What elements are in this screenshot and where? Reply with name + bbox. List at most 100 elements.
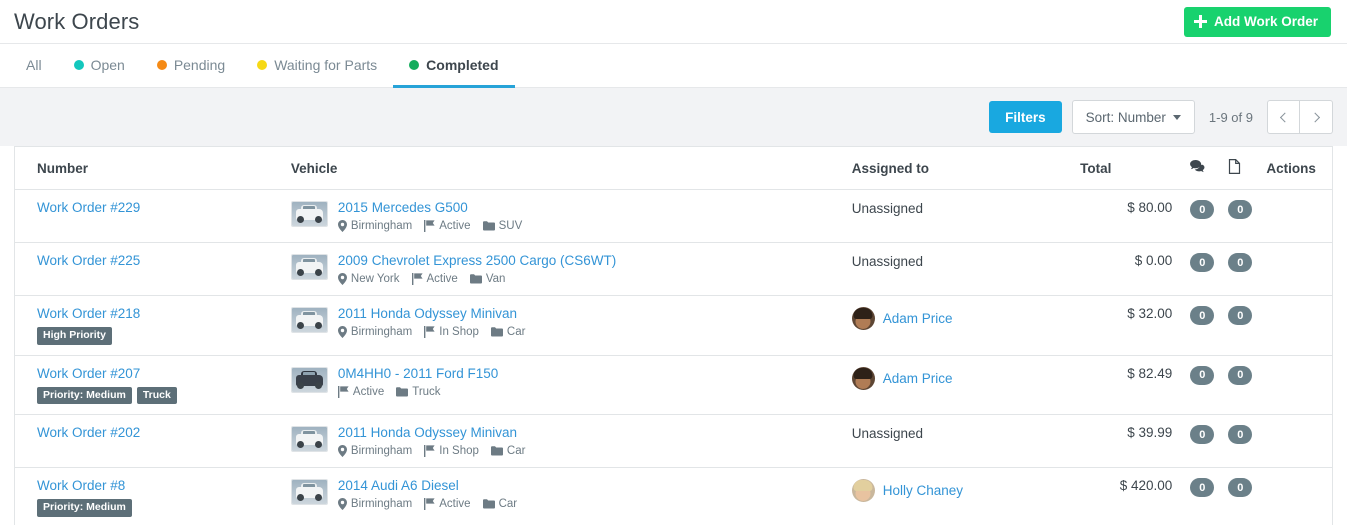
tab-all[interactable]: All: [10, 45, 58, 88]
column-header-number[interactable]: Number: [14, 146, 283, 190]
work-order-link[interactable]: Work Order #202: [37, 425, 140, 440]
comments-icon: [1190, 160, 1205, 176]
comments-count-badge[interactable]: 0: [1190, 425, 1215, 444]
column-header-actions: Actions: [1258, 146, 1333, 190]
comments-count-badge[interactable]: 0: [1190, 253, 1215, 272]
documents-count-badge[interactable]: 0: [1228, 306, 1253, 325]
column-header-assigned[interactable]: Assigned to: [843, 146, 1073, 190]
vehicle-type: Car: [482, 498, 517, 510]
flag-icon: [424, 445, 435, 457]
work-order-link[interactable]: Work Order #225: [37, 253, 140, 268]
work-order-link[interactable]: Work Order #218: [37, 306, 140, 321]
cell-actions[interactable]: [1258, 414, 1333, 468]
vehicle-link[interactable]: 2015 Mercedes G500: [338, 200, 468, 215]
vehicle-location: Birmingham: [337, 326, 412, 338]
column-header-comments[interactable]: [1182, 146, 1221, 190]
vehicle-link[interactable]: 2009 Chevrolet Express 2500 Cargo (CS6WT…: [338, 253, 616, 268]
vehicle-thumbnail[interactable]: [290, 307, 328, 333]
tab-waiting-for-parts[interactable]: Waiting for Parts: [241, 45, 393, 88]
vehicle-thumbnail[interactable]: [290, 201, 328, 227]
work-order-link[interactable]: Work Order #229: [37, 200, 140, 215]
cell-comments: 0: [1182, 355, 1221, 415]
cell-actions[interactable]: [1258, 355, 1333, 415]
assignee-label: Unassigned: [851, 426, 924, 441]
vehicle-thumbnail[interactable]: [290, 254, 328, 280]
add-work-order-button[interactable]: Add Work Order: [1183, 6, 1331, 37]
vehicle-location: New York: [337, 273, 400, 285]
assignee-link[interactable]: Adam Price: [883, 311, 953, 326]
table-row[interactable]: Work Order #225 2009 Chevrolet Express 25…: [14, 242, 1333, 296]
comments-count-badge[interactable]: 0: [1190, 365, 1215, 385]
table-header-row: Number Vehicle Assigned to Total Actions: [14, 146, 1333, 190]
table-row[interactable]: Work Order #207 Priority: Medium Truck 0M4H…: [14, 355, 1333, 415]
vehicle-thumbnail[interactable]: [290, 479, 328, 505]
work-order-link[interactable]: Work Order #8: [37, 478, 125, 493]
vehicle-location-label: Birmingham: [350, 498, 413, 510]
cell-actions[interactable]: [1258, 189, 1333, 243]
documents-count-badge[interactable]: 0: [1228, 253, 1253, 272]
cell-number: Work Order #202: [14, 414, 283, 468]
cell-actions[interactable]: [1258, 467, 1333, 525]
cell-assigned: Holly Chaney: [843, 467, 1073, 525]
tab-completed[interactable]: Completed: [393, 45, 515, 88]
vehicle-link[interactable]: 0M4HH0 - 2011 Ford F150: [338, 366, 498, 381]
cell-actions[interactable]: [1258, 242, 1333, 296]
vehicle-status: In Shop: [424, 326, 479, 338]
cell-assigned: Unassigned: [843, 189, 1073, 243]
tab-label: All: [26, 57, 42, 73]
tab-pending[interactable]: Pending: [141, 45, 241, 88]
filters-button[interactable]: Filters: [989, 101, 1062, 133]
vehicle-link[interactable]: 2014 Audi A6 Diesel: [338, 478, 459, 493]
comments-count-badge[interactable]: 0: [1190, 306, 1215, 325]
map-pin-icon: [337, 498, 347, 510]
chevron-left-icon: [1279, 112, 1290, 122]
folder-icon: [469, 274, 482, 284]
vehicle-thumbnail[interactable]: [290, 366, 328, 393]
documents-count-badge[interactable]: 0: [1228, 365, 1253, 385]
badge-group: Priority: Medium Truck: [37, 386, 273, 404]
column-header-documents[interactable]: [1220, 146, 1259, 190]
vehicle-status: In Shop: [424, 445, 479, 457]
cell-vehicle: 2009 Chevrolet Express 2500 Cargo (CS6WT…: [282, 242, 844, 296]
vehicle-location: Birmingham: [337, 498, 413, 510]
table-row[interactable]: Work Order #229 2015 Mercedes G500 Birming…: [14, 189, 1333, 243]
comments-count-badge[interactable]: 0: [1190, 200, 1215, 219]
cell-comments: 0: [1182, 467, 1221, 525]
comments-count-badge[interactable]: 0: [1190, 478, 1215, 497]
previous-page-button[interactable]: [1267, 100, 1300, 134]
cell-total: $ 39.99: [1072, 414, 1183, 468]
column-header-vehicle[interactable]: Vehicle: [282, 146, 844, 190]
vehicle-location: Birmingham: [337, 445, 412, 457]
documents-count-badge[interactable]: 0: [1228, 200, 1253, 219]
cell-number: Work Order #207 Priority: Medium Truck: [14, 355, 283, 415]
vehicle-link[interactable]: 2011 Honda Odyssey Minivan: [338, 306, 517, 321]
vehicle-type: Car: [490, 326, 525, 338]
table-row[interactable]: Work Order #202 2011 Honda Odyssey Miniva…: [14, 414, 1333, 468]
work-order-link[interactable]: Work Order #207: [37, 366, 140, 381]
document-icon: [1228, 159, 1241, 177]
cell-number: Work Order #225: [14, 242, 283, 296]
tab-label: Pending: [173, 57, 226, 73]
work-orders-table: Number Vehicle Assigned to Total Actions…: [14, 146, 1333, 525]
vehicle-status-label: Active: [352, 385, 385, 398]
column-header-total[interactable]: Total: [1072, 146, 1183, 190]
vehicle-meta: Birmingham In Shop Car: [337, 445, 525, 457]
documents-count-badge[interactable]: 0: [1228, 478, 1253, 497]
cell-number: Work Order #229: [14, 189, 283, 243]
vehicle-status: Active: [424, 498, 471, 510]
tab-label: Completed: [426, 57, 499, 73]
vehicle-link[interactable]: 2011 Honda Odyssey Minivan: [338, 425, 517, 440]
vehicle-thumbnail[interactable]: [290, 426, 328, 452]
table-row[interactable]: Work Order #218 High Priority 2011 Honda O…: [14, 295, 1333, 356]
cell-total: $ 80.00: [1072, 189, 1183, 243]
tab-open[interactable]: Open: [58, 45, 141, 88]
documents-count-badge[interactable]: 0: [1228, 425, 1253, 444]
assignee-link[interactable]: Holly Chaney: [883, 483, 963, 498]
assignee-link[interactable]: Adam Price: [883, 371, 953, 386]
table-row[interactable]: Work Order #8 Priority: Medium 2014 Audi A…: [14, 467, 1333, 525]
cell-actions[interactable]: [1258, 295, 1333, 356]
sort-dropdown[interactable]: Sort: Number: [1071, 100, 1195, 134]
next-page-button[interactable]: [1300, 100, 1333, 134]
total-value: $ 0.00: [1134, 253, 1173, 268]
vehicle-status-label: Active: [439, 220, 471, 232]
